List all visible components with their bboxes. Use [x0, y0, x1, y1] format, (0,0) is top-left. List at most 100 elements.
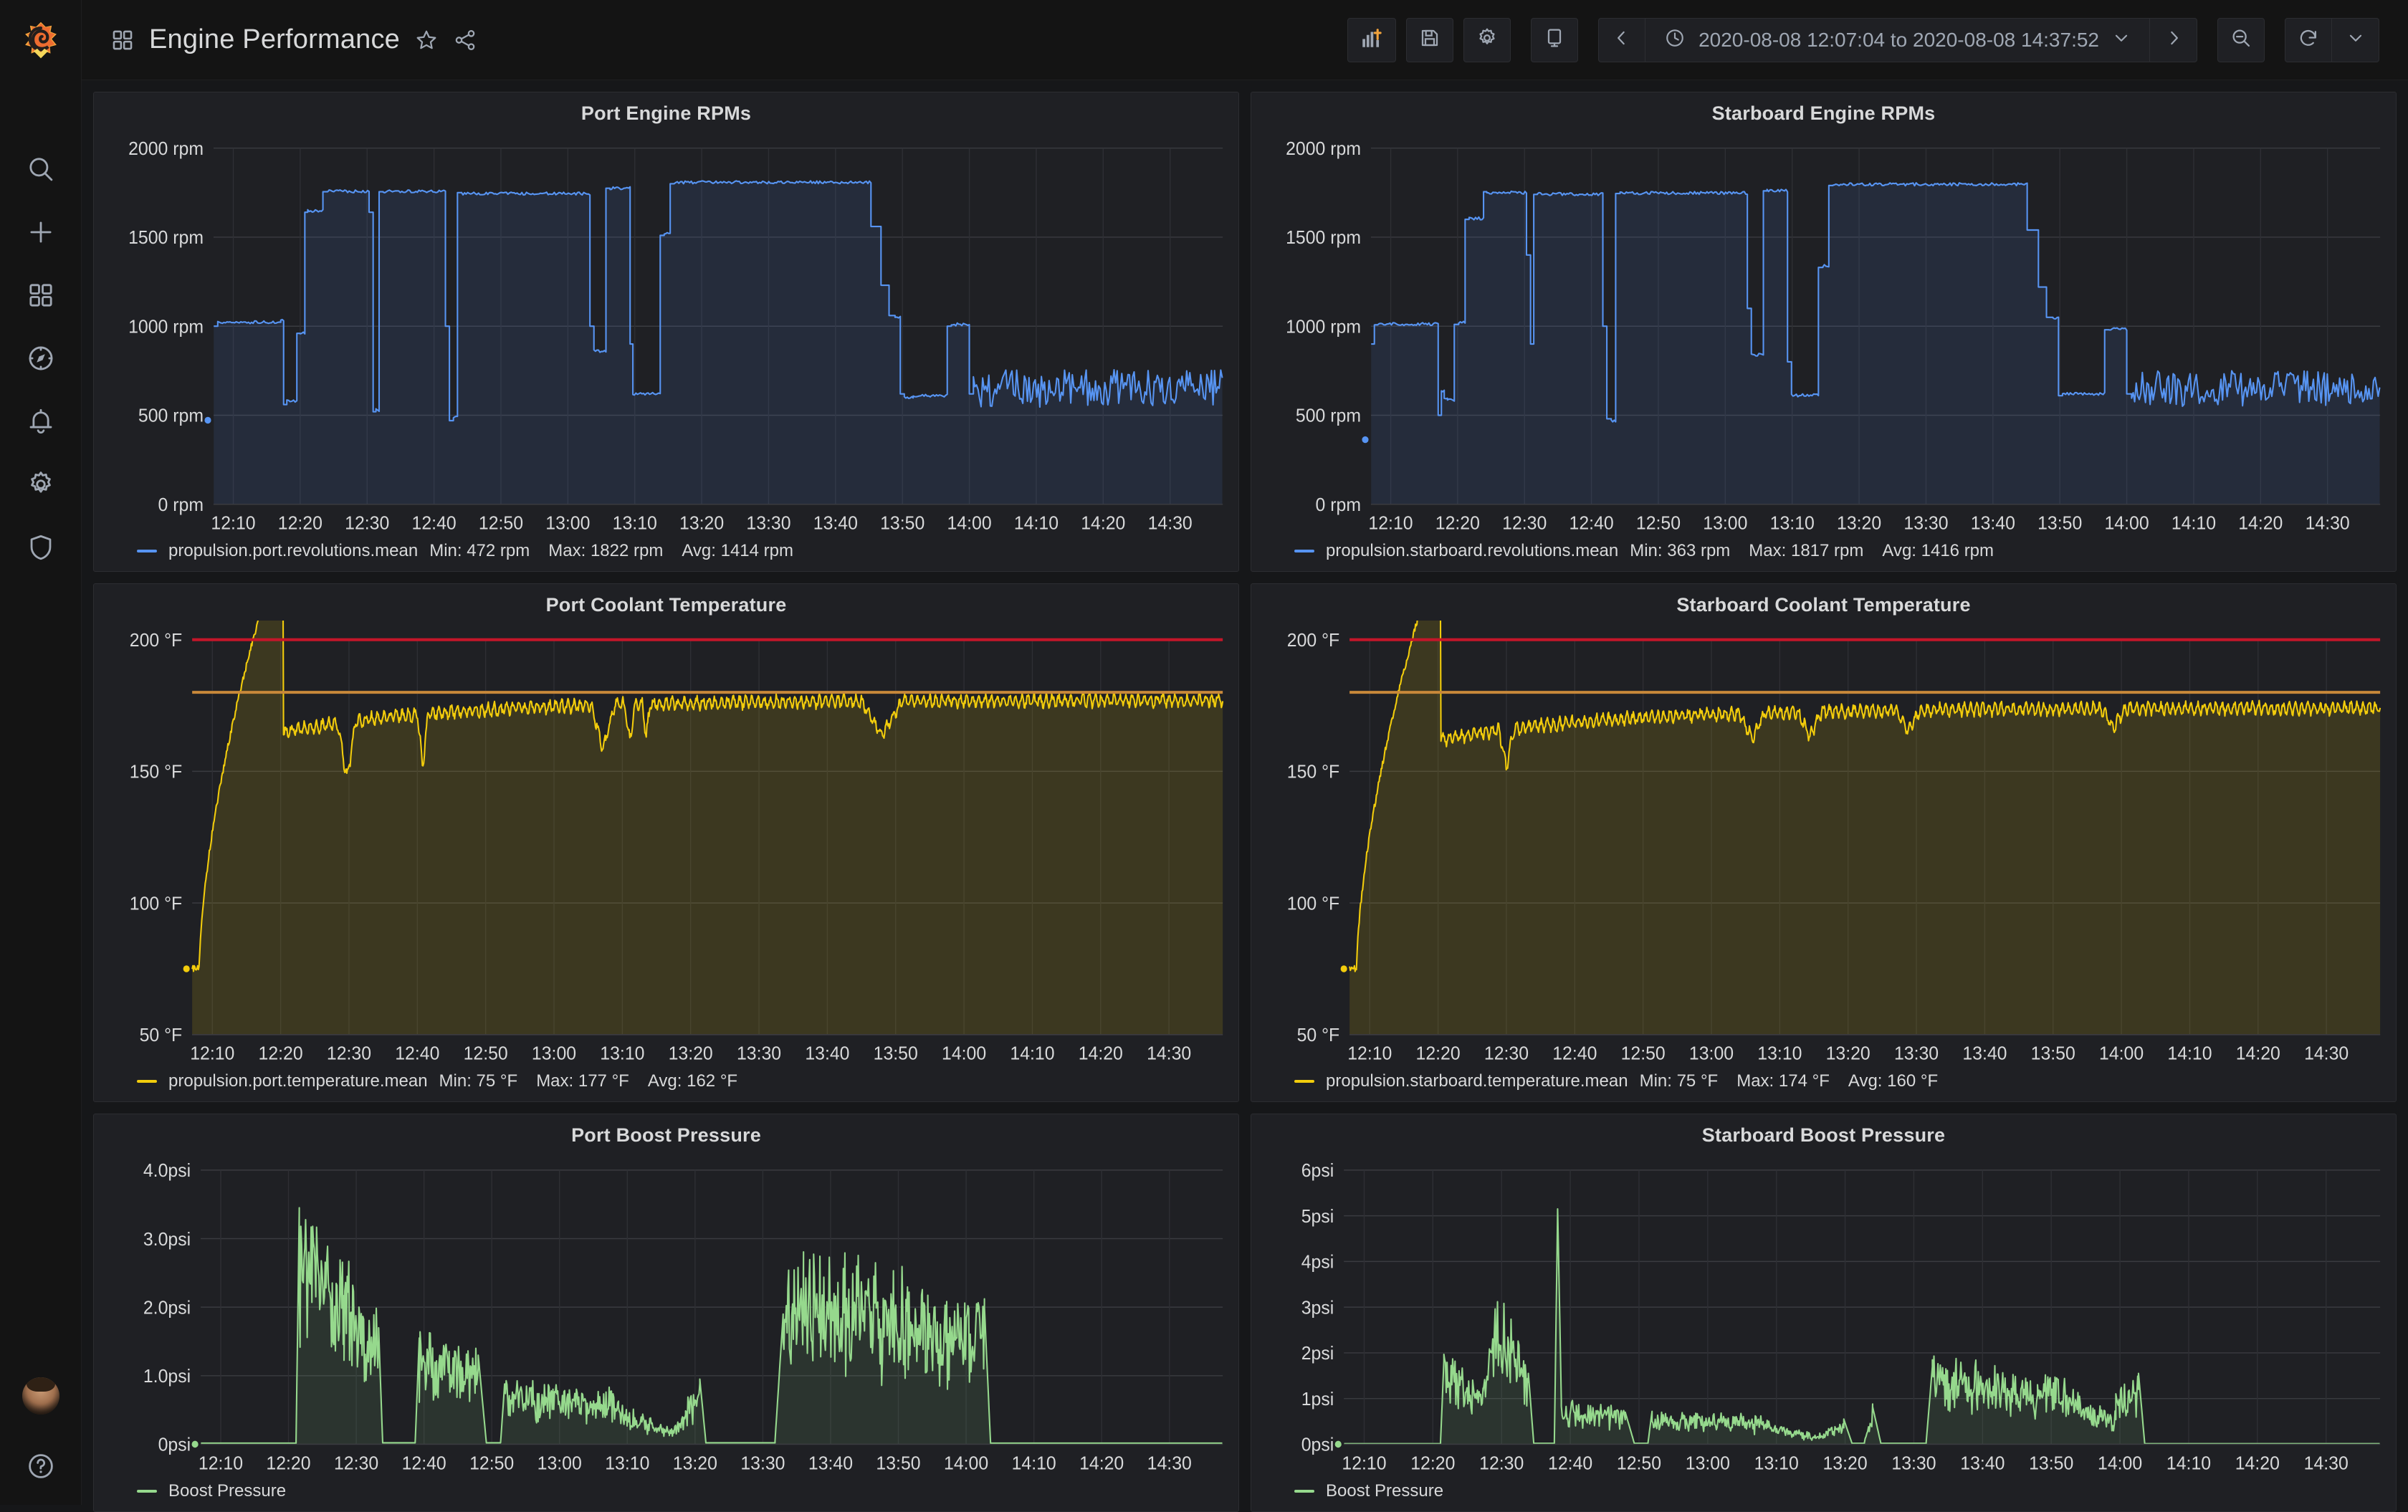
plot-starboard-engine-rpms[interactable]: 0 rpm500 rpm1000 rpm1500 rpm2000 rpm12:1… — [1251, 129, 2396, 538]
svg-text:1.0psi: 1.0psi — [143, 1367, 191, 1387]
time-range-picker[interactable]: 2020-08-08 12:07:04 to 2020-08-08 14:37:… — [1645, 18, 2150, 62]
svg-text:12:20: 12:20 — [1416, 1043, 1461, 1063]
help-circle-icon — [26, 1451, 56, 1481]
legend-series-name[interactable]: Boost Pressure — [168, 1481, 286, 1501]
panel-legend: propulsion.starboard.revolutions.mean Mi… — [1251, 538, 2396, 571]
legend-series-name[interactable]: propulsion.starboard.temperature.mean — [1326, 1071, 1628, 1091]
add-panel-button[interactable] — [1347, 18, 1396, 62]
time-range-text: 2020-08-08 12:07:04 to 2020-08-08 14:37:… — [1698, 29, 2099, 52]
svg-text:13:40: 13:40 — [805, 1043, 849, 1063]
svg-text:50 °F: 50 °F — [140, 1025, 183, 1046]
zoom-out-button[interactable] — [2217, 18, 2265, 62]
plus-icon — [26, 217, 56, 247]
svg-text:13:40: 13:40 — [1971, 513, 2015, 533]
svg-text:1500 rpm: 1500 rpm — [1286, 228, 1361, 248]
svg-text:12:30: 12:30 — [1479, 1453, 1524, 1474]
svg-text:14:10: 14:10 — [1012, 1453, 1056, 1474]
plot-port-boost-pressure[interactable]: 0psi1.0psi2.0psi3.0psi4.0psi12:1012:2012… — [94, 1151, 1238, 1478]
sidebar-item-configuration[interactable] — [0, 453, 82, 516]
legend-color-swatch — [1294, 1080, 1314, 1083]
time-shift-forward-button[interactable] — [2150, 18, 2197, 62]
svg-text:13:10: 13:10 — [1757, 1043, 1802, 1063]
panel-title[interactable]: Port Coolant Temperature — [94, 584, 1238, 621]
dashboard-grid: Port Engine RPMs 0 rpm 500 rpm 1000 rpm 150… — [82, 80, 2408, 1505]
sidebar-item-explore[interactable] — [0, 327, 82, 390]
legend-stat-max: Max: 1817 rpm — [1749, 541, 1863, 561]
panel-title[interactable]: Port Engine RPMs — [94, 92, 1238, 129]
svg-text:12:20: 12:20 — [1410, 1453, 1455, 1474]
legend-stat-max: Max: 177 °F — [536, 1071, 629, 1091]
svg-text:14:10: 14:10 — [2167, 1043, 2212, 1063]
svg-text:12:50: 12:50 — [464, 1043, 508, 1063]
legend-series-name[interactable]: Boost Pressure — [1326, 1481, 1443, 1501]
panel-title[interactable]: Starboard Coolant Temperature — [1251, 584, 2396, 621]
svg-text:13:20: 13:20 — [669, 1043, 713, 1063]
svg-text:14:20: 14:20 — [2238, 513, 2283, 533]
svg-text:12:20: 12:20 — [259, 1043, 303, 1063]
refresh-button[interactable] — [2285, 18, 2332, 62]
svg-text:14:30: 14:30 — [1147, 1043, 1191, 1063]
panel-title[interactable]: Port Boost Pressure — [94, 1114, 1238, 1151]
sidebar-item-help[interactable] — [0, 1445, 82, 1488]
svg-text:12:10: 12:10 — [190, 1043, 234, 1063]
legend-series-name[interactable]: propulsion.port.revolutions.mean — [168, 541, 418, 561]
svg-text:3psi: 3psi — [1301, 1298, 1334, 1319]
svg-text:14:10: 14:10 — [1010, 1043, 1054, 1063]
svg-text:12:10: 12:10 — [1342, 1453, 1386, 1474]
time-shift-back-button[interactable] — [1598, 18, 1645, 62]
svg-text:200 °F: 200 °F — [1287, 631, 1339, 651]
dashboard-settings-button[interactable] — [1463, 18, 1511, 62]
svg-text:150 °F: 150 °F — [130, 762, 182, 782]
svg-text:13:20: 13:20 — [1826, 1043, 1870, 1063]
svg-text:13:00: 13:00 — [1689, 1043, 1734, 1063]
svg-text:0 rpm: 0 rpm — [1316, 495, 1361, 515]
sidebar-item-alerting[interactable] — [0, 390, 82, 453]
svg-text:50 °F: 50 °F — [1297, 1025, 1340, 1046]
chevron-down-icon — [2346, 29, 2365, 51]
legend-stat-avg: Avg: 162 °F — [648, 1071, 737, 1091]
sidebar-item-dashboards[interactable] — [0, 264, 82, 327]
refresh-interval-dropdown[interactable] — [2332, 18, 2379, 62]
legend-stats: Min: 472 rpm Max: 1822 rpm Avg: 1414 rpm — [429, 541, 793, 561]
avatar[interactable] — [22, 1377, 59, 1415]
svg-text:14:30: 14:30 — [2304, 1043, 2349, 1063]
dashboard-grid-icon[interactable] — [110, 28, 135, 52]
legend-stat-min: Min: 75 °F — [1640, 1071, 1719, 1091]
svg-text:100 °F: 100 °F — [1287, 894, 1339, 914]
panel-title[interactable]: Starboard Boost Pressure — [1251, 1114, 2396, 1151]
svg-text:1000 rpm: 1000 rpm — [128, 317, 204, 337]
svg-text:500 rpm: 500 rpm — [138, 406, 204, 426]
plot-port-engine-rpms[interactable]: 0 rpm500 rpm1000 rpm1500 rpm2000 rpm12:1… — [94, 129, 1238, 538]
plot-starboard-coolant-temperature[interactable]: 50 °F100 °F150 °F200 °F12:1012:2012:3012… — [1251, 621, 2396, 1068]
panel-title[interactable]: Starboard Engine RPMs — [1251, 92, 2396, 129]
star-icon[interactable] — [414, 28, 439, 52]
svg-text:13:30: 13:30 — [1903, 513, 1948, 533]
svg-text:200 °F: 200 °F — [130, 631, 182, 651]
share-icon[interactable] — [453, 28, 477, 52]
svg-text:3.0psi: 3.0psi — [143, 1229, 191, 1250]
legend-series-name[interactable]: propulsion.starboard.revolutions.mean — [1326, 541, 1618, 561]
sidebar-item-server-admin[interactable] — [0, 516, 82, 579]
svg-text:14:10: 14:10 — [2172, 513, 2216, 533]
page-title[interactable]: Engine Performance — [149, 24, 400, 55]
panel-legend: Boost Pressure — [1251, 1478, 2396, 1511]
legend-stat-avg: Avg: 160 °F — [1848, 1071, 1938, 1091]
panel-legend: propulsion.port.temperature.mean Min: 75… — [94, 1068, 1238, 1101]
grafana-logo-icon[interactable] — [0, 0, 82, 80]
plot-port-coolant-temperature[interactable]: 50 °F100 °F150 °F200 °F12:1012:2012:3012… — [94, 621, 1238, 1068]
legend-stat-max: Max: 1822 rpm — [548, 541, 663, 561]
svg-text:12:10: 12:10 — [1368, 513, 1413, 533]
panel-legend: Boost Pressure — [94, 1478, 1238, 1511]
save-dashboard-button[interactable] — [1406, 18, 1453, 62]
svg-text:14:30: 14:30 — [1147, 1453, 1192, 1474]
sidebar-item-create[interactable] — [0, 201, 82, 264]
svg-text:14:20: 14:20 — [2236, 1043, 2280, 1063]
sidebar-item-search[interactable] — [0, 138, 82, 201]
plot-starboard-boost-pressure[interactable]: 0psi1psi2psi3psi4psi5psi6psi12:1012:2012… — [1251, 1151, 2396, 1478]
legend-stat-min: Min: 75 °F — [439, 1071, 518, 1091]
shield-admin-icon — [26, 532, 56, 563]
cycle-view-mode-button[interactable] — [1531, 18, 1578, 62]
legend-series-name[interactable]: propulsion.port.temperature.mean — [168, 1071, 428, 1091]
svg-text:12:40: 12:40 — [1548, 1453, 1592, 1474]
svg-text:13:50: 13:50 — [2037, 513, 2082, 533]
